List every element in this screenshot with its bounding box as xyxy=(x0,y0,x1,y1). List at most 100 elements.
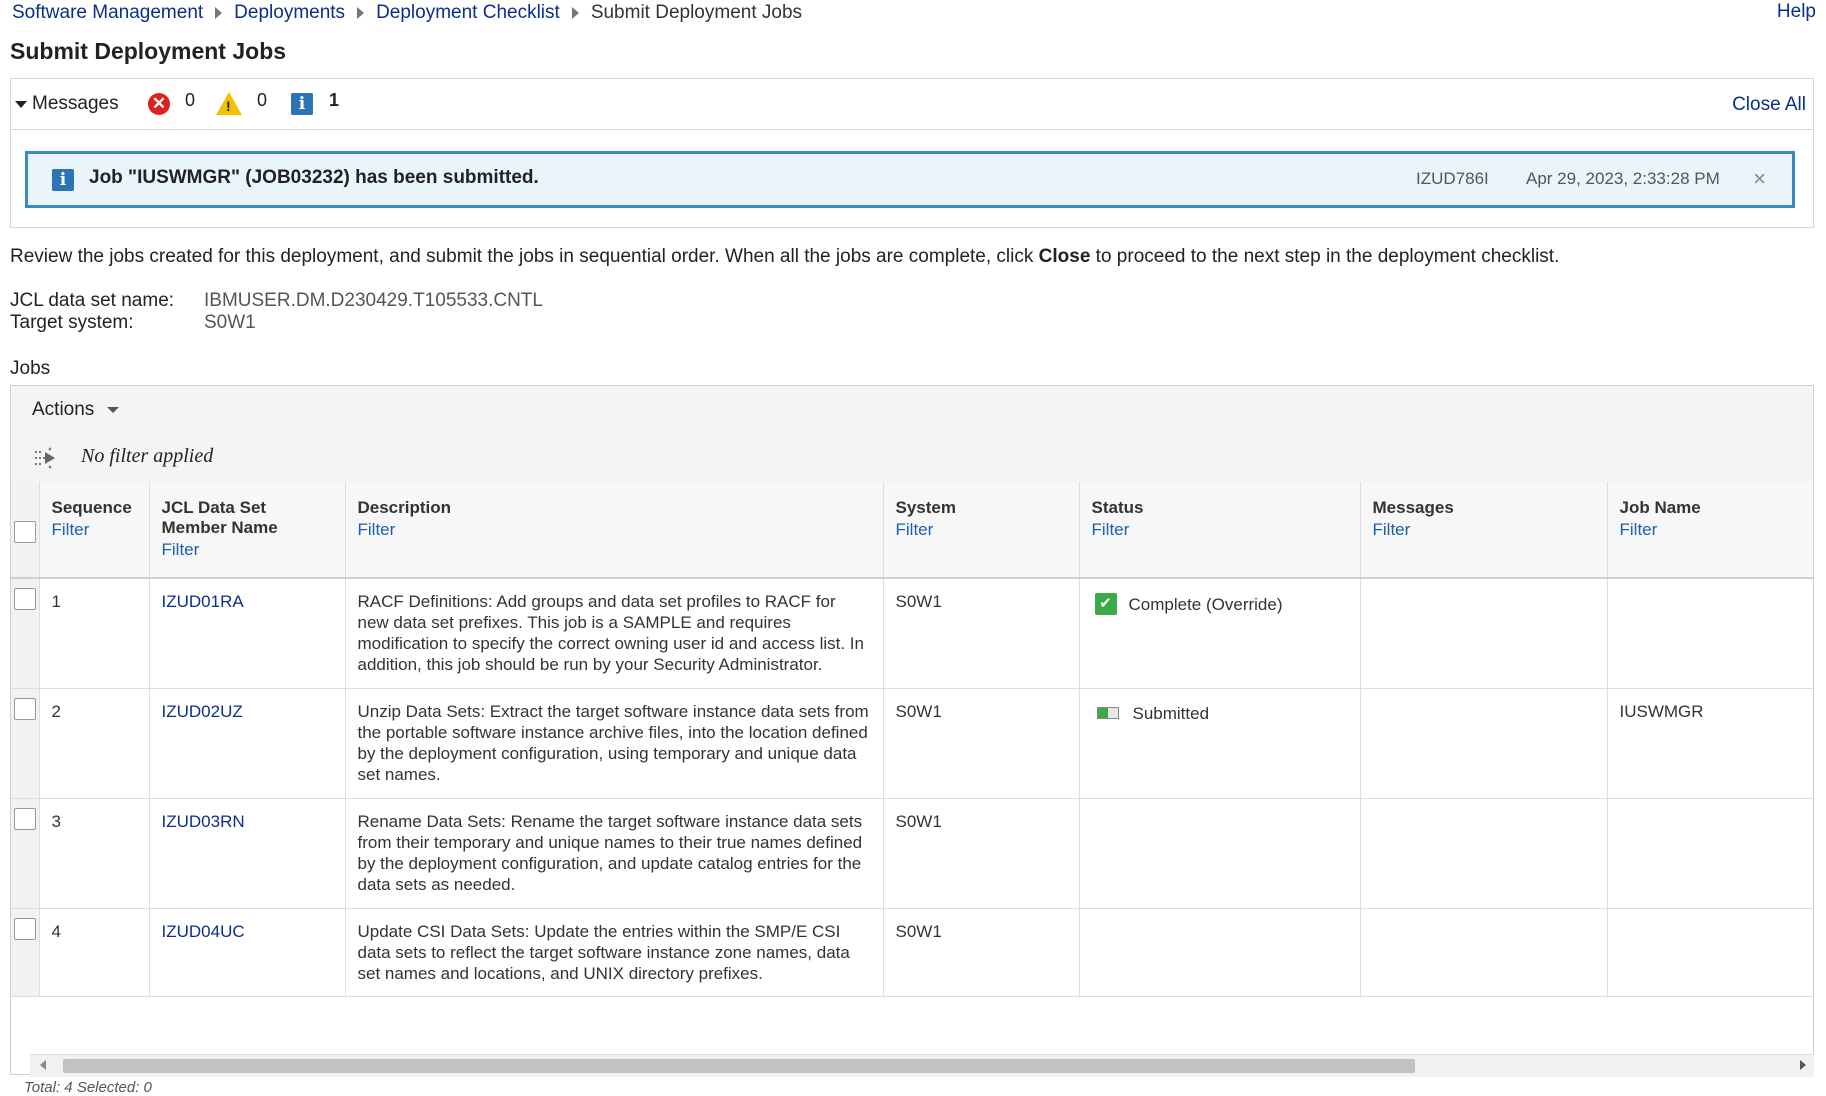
row-checkbox[interactable] xyxy=(14,697,36,720)
help-link[interactable]: Help xyxy=(1777,1,1816,23)
message-id: IZUD786I xyxy=(1416,169,1489,188)
jcl-data-set-value: IBMUSER.DM.D230429.T105533.CNTL xyxy=(204,290,543,311)
select-all-cell xyxy=(11,482,40,579)
row-select-cell xyxy=(11,688,40,799)
warning-count: 0 xyxy=(257,90,268,110)
column-filter-link[interactable]: Filter xyxy=(1620,520,1803,540)
info-icon: i xyxy=(291,93,313,115)
breadcrumb-current: Submit Deployment Jobs xyxy=(590,2,803,23)
filter-arrows-icon[interactable] xyxy=(33,446,59,470)
system-cell: S0W1 xyxy=(883,908,1080,997)
row-select-cell xyxy=(11,578,40,689)
member-name-link[interactable]: IZUD03RN xyxy=(149,798,346,909)
table-footer-summary: Total: 4 Selected: 0 xyxy=(24,1079,152,1096)
jobs-grid: Actions No filter applied Sequence Filter… xyxy=(10,385,1814,1075)
sequence-cell: 2 xyxy=(39,688,150,799)
column-filter-link[interactable]: Filter xyxy=(1373,520,1595,540)
column-title[interactable]: Status xyxy=(1092,498,1144,517)
close-all-link[interactable]: Close All xyxy=(1732,94,1806,116)
column-header-status[interactable]: Status Filter xyxy=(1079,482,1361,579)
column-title[interactable]: JCL Data Set Member Name xyxy=(162,498,278,537)
column-title[interactable]: Description xyxy=(358,498,452,517)
messages-label[interactable]: Messages xyxy=(32,93,119,115)
column-filter-link[interactable]: Filter xyxy=(52,520,137,540)
warning-icon: ! xyxy=(216,92,242,115)
close-icon[interactable]: × xyxy=(1753,166,1766,192)
instructions-after: to proceed to the next step in the deplo… xyxy=(1090,246,1560,267)
instructions-close-keyword: Close xyxy=(1038,246,1091,267)
instructions-before: Review the jobs created for this deploym… xyxy=(10,246,1039,267)
row-checkbox[interactable] xyxy=(14,917,36,940)
sequence-cell: 1 xyxy=(39,578,150,689)
system-cell: S0W1 xyxy=(883,798,1080,909)
breadcrumb-deployments[interactable]: Deployments xyxy=(234,2,345,24)
column-header-member-name[interactable]: JCL Data Set Member Name Filter xyxy=(149,482,346,579)
chevron-right-icon xyxy=(357,7,365,19)
grid-toolbar: Actions xyxy=(11,386,1813,435)
select-all-checkbox[interactable] xyxy=(14,521,36,543)
system-cell: S0W1 xyxy=(883,688,1080,799)
column-title[interactable]: Sequence xyxy=(52,498,132,517)
actions-menu-button[interactable]: Actions xyxy=(32,399,94,421)
column-filter-link[interactable]: Filter xyxy=(162,540,333,560)
filter-bar: No filter applied xyxy=(11,434,1813,483)
sequence-cell: 4 xyxy=(39,908,150,997)
column-filter-link[interactable]: Filter xyxy=(1092,520,1348,540)
column-filter-link[interactable]: Filter xyxy=(358,520,871,540)
table-row[interactable]: 4 IZUD04UC Update CSI Data Sets: Update … xyxy=(11,908,1813,997)
filter-status: No filter applied xyxy=(81,445,214,467)
row-checkbox[interactable] xyxy=(14,588,36,610)
table-row[interactable]: 3 IZUD03RN Rename Data Sets: Rename the … xyxy=(11,798,1813,909)
status-cell: Submitted xyxy=(1079,688,1361,799)
scroll-left-icon[interactable] xyxy=(40,1060,46,1070)
member-name-link[interactable]: IZUD04UC xyxy=(149,908,346,997)
column-title[interactable]: System xyxy=(896,498,956,517)
breadcrumb: Software Management Deployments Deployme… xyxy=(12,1,802,25)
column-header-description[interactable]: Description Filter xyxy=(345,482,884,579)
sequence-cell: 3 xyxy=(39,798,150,909)
column-header-job-name[interactable]: Job Name Filter xyxy=(1607,482,1813,579)
description-cell: Update CSI Data Sets: Update the entries… xyxy=(345,908,884,997)
job-name-cell xyxy=(1607,578,1813,689)
member-name-link[interactable]: IZUD01RA xyxy=(149,578,346,689)
chevron-right-icon xyxy=(571,7,579,19)
scrollbar-thumb[interactable] xyxy=(63,1059,1415,1073)
column-header-sequence[interactable]: Sequence Filter xyxy=(39,482,150,579)
info-count: 1 xyxy=(329,90,340,110)
scroll-right-icon[interactable] xyxy=(1800,1060,1806,1070)
description-cell: Unzip Data Sets: Extract the target soft… xyxy=(345,688,884,799)
column-header-system[interactable]: System Filter xyxy=(883,482,1080,579)
target-system-value: S0W1 xyxy=(204,312,256,333)
messages-panel: Messages ✕ 0 ! 0 i 1 Close All i Job "IU… xyxy=(10,78,1814,228)
row-select-cell xyxy=(11,908,40,997)
table-row[interactable]: 2 IZUD02UZ Unzip Data Sets: Extract the … xyxy=(11,688,1813,799)
caret-down-icon[interactable] xyxy=(107,407,119,413)
column-header-messages[interactable]: Messages Filter xyxy=(1360,482,1608,579)
status-text: Submitted xyxy=(1132,703,1210,723)
message-text: Job "IUSWMGR" (JOB03232) has been submit… xyxy=(89,167,539,188)
job-name-cell xyxy=(1607,908,1813,997)
messages-cell xyxy=(1360,798,1608,909)
check-icon: ✔ xyxy=(1094,593,1117,615)
breadcrumb-deployment-checklist[interactable]: Deployment Checklist xyxy=(376,2,560,24)
messages-header[interactable]: Messages ✕ 0 ! 0 i 1 Close All xyxy=(11,79,1813,130)
jcl-data-set-label: JCL data set name: xyxy=(10,290,175,311)
column-filter-link[interactable]: Filter xyxy=(896,520,1067,540)
info-message: i Job "IUSWMGR" (JOB03232) has been subm… xyxy=(25,151,1795,208)
column-title[interactable]: Messages xyxy=(1373,498,1454,517)
system-cell: S0W1 xyxy=(883,578,1080,689)
breadcrumb-software-management[interactable]: Software Management xyxy=(12,2,203,24)
messages-cell xyxy=(1360,908,1608,997)
status-cell xyxy=(1079,798,1361,909)
horizontal-scrollbar[interactable] xyxy=(30,1054,1814,1077)
status-cell xyxy=(1079,908,1361,997)
member-name-link[interactable]: IZUD02UZ xyxy=(149,688,346,799)
progress-icon xyxy=(1096,707,1119,719)
description-cell: Rename Data Sets: Rename the target soft… xyxy=(345,798,884,909)
table-row[interactable]: 1 IZUD01RA RACF Definitions: Add groups … xyxy=(11,578,1813,689)
info-icon: i xyxy=(52,169,74,191)
caret-down-icon[interactable] xyxy=(15,101,27,108)
column-title[interactable]: Job Name xyxy=(1620,498,1701,517)
jobs-table: Sequence Filter JCL Data Set Member Name F… xyxy=(11,482,1813,997)
row-checkbox[interactable] xyxy=(14,807,36,830)
